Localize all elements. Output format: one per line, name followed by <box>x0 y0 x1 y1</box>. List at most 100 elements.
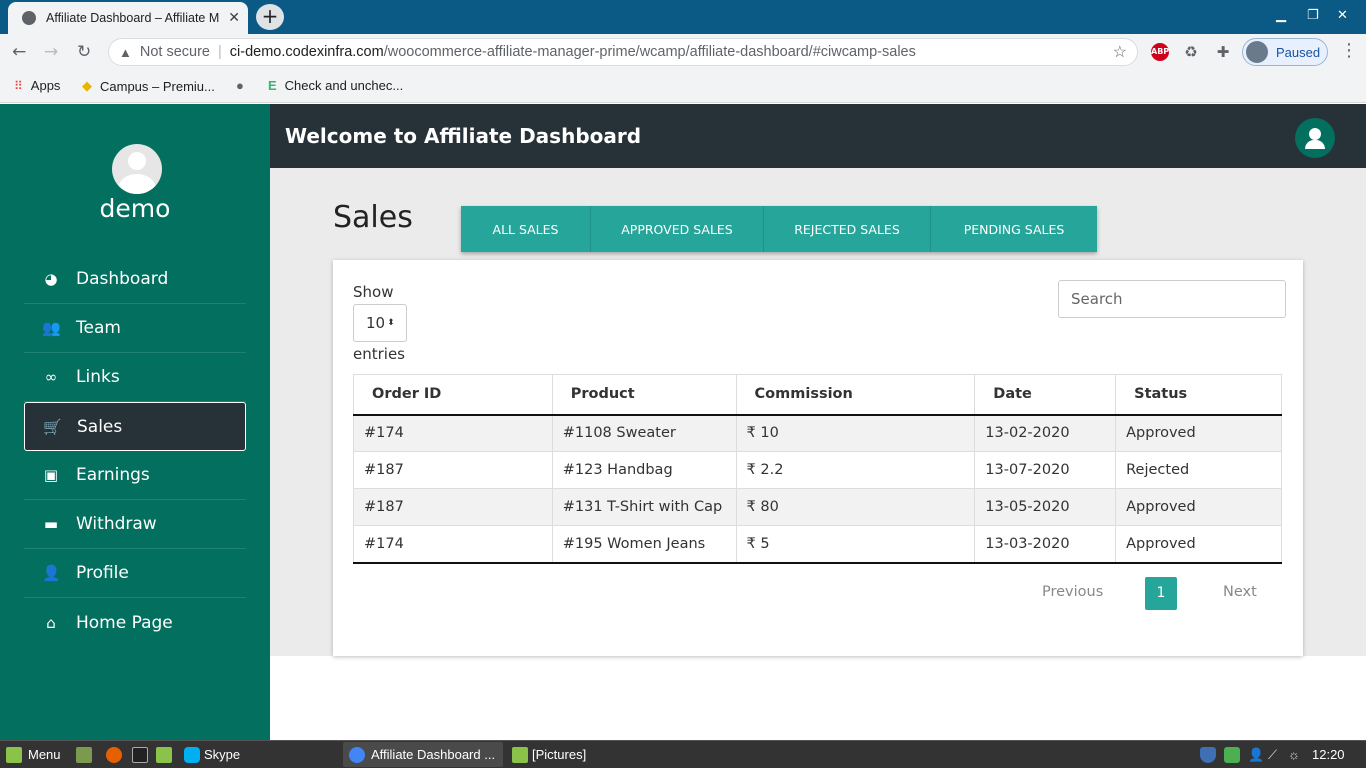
link-icon: ∞ <box>44 368 58 386</box>
tab-rejected-sales[interactable]: REJECTED SALES <box>764 206 931 252</box>
entries-label: entries <box>353 345 405 363</box>
taskbar-window-pictures[interactable]: [Pictures] <box>506 742 666 767</box>
main-header: Welcome to Affiliate Dashboard <box>270 104 1366 168</box>
bookmark-check[interactable]: E Check and unchec... <box>268 78 403 93</box>
network-icon[interactable]: ⟋ <box>1268 741 1277 768</box>
menu-kebab-icon[interactable]: ⋮ <box>1340 40 1358 61</box>
close-tab-icon[interactable]: ✕ <box>228 10 240 26</box>
forward-icon[interactable]: → <box>44 42 58 62</box>
show-desktop-icon[interactable] <box>76 741 92 768</box>
skype-launcher[interactable]: Skype <box>184 741 240 768</box>
address-divider: | <box>218 44 222 60</box>
column-order-id[interactable]: Order ID <box>353 374 553 416</box>
table-row: #174 #1108 Sweater ₹ 10 13-02-2020 Appro… <box>353 414 1282 452</box>
cell-order-id: #174 <box>353 414 553 452</box>
sidebar-item-label: Profile <box>76 563 129 583</box>
sidebar-item-label: Sales <box>77 416 123 437</box>
sidebar-item-label: Home Page <box>76 612 173 633</box>
files-icon[interactable] <box>156 741 172 768</box>
sidebar-item-label: Links <box>76 367 120 387</box>
tab-all-sales[interactable]: ALL SALES <box>461 206 591 252</box>
shield-icon[interactable] <box>1200 741 1216 768</box>
adblock-icon[interactable]: ABP <box>1151 43 1169 61</box>
user-tray-icon[interactable]: 👤 <box>1248 741 1264 768</box>
search-input[interactable] <box>1058 280 1286 318</box>
globe-icon: ● <box>236 78 244 93</box>
page-1-button[interactable]: 1 <box>1145 577 1177 610</box>
page-title: Sales <box>333 200 413 235</box>
window-label: [Pictures] <box>532 747 587 762</box>
avatar <box>112 144 162 194</box>
money-icon: ▣ <box>43 466 59 484</box>
sidebar-item-links[interactable]: ∞ Links <box>24 353 246 402</box>
sidebar-item-earnings[interactable]: ▣ Earnings <box>24 451 246 500</box>
taskbar-window-affiliate[interactable]: Affiliate Dashboard ... <box>343 742 503 767</box>
table-row: #174 #195 Women Jeans ₹ 5 13-03-2020 App… <box>353 525 1282 564</box>
terminal-icon[interactable] <box>132 741 148 768</box>
url-host: ci-demo.codexinfra.com <box>229 44 384 60</box>
bookmark-campus[interactable]: ◆ Campus – Premiu... <box>82 78 215 94</box>
sidebar-item-dashboard[interactable]: ◕ Dashboard <box>24 255 246 304</box>
cell-commission: ₹ 10 <box>735 414 976 452</box>
entries-value: 10 <box>366 314 386 332</box>
sidebar-item-withdraw[interactable]: ▬ Withdraw <box>24 500 246 549</box>
extensions-icon[interactable]: ✚ <box>1214 43 1232 61</box>
user-menu-icon[interactable] <box>1295 118 1335 158</box>
clock[interactable]: 12:20 <box>1312 741 1345 768</box>
table-row: #187 #131 T-Shirt with Cap ₹ 80 13-05-20… <box>353 488 1282 526</box>
sidebar-item-sales[interactable]: 🛒 Sales <box>24 402 246 451</box>
update-check-icon[interactable] <box>1224 741 1240 768</box>
cell-date: 13-03-2020 <box>974 525 1117 564</box>
tab-pending-sales[interactable]: PENDING SALES <box>931 206 1097 252</box>
bookmark-apps[interactable]: ⠿ Apps <box>14 78 60 93</box>
sales-tabs: ALL SALES APPROVED SALES REJECTED SALES … <box>461 206 1097 252</box>
bookmark-globe[interactable]: ● <box>236 78 252 93</box>
cell-status: Approved <box>1115 525 1282 564</box>
show-label: Show <box>353 283 394 301</box>
cell-order-id: #187 <box>353 488 553 526</box>
minimize-icon[interactable]: ▁ <box>1276 8 1286 23</box>
security-label: Not secure <box>139 44 210 60</box>
campus-icon: ◆ <box>82 78 92 93</box>
cell-date: 13-07-2020 <box>974 451 1117 489</box>
mint-logo-icon <box>6 746 22 763</box>
profile-button[interactable]: Paused <box>1242 38 1328 66</box>
recycle-icon[interactable]: ♻ <box>1182 43 1200 61</box>
new-tab-button[interactable]: + <box>256 4 284 30</box>
column-status[interactable]: Status <box>1115 374 1282 416</box>
page-header-title: Welcome to Affiliate Dashboard <box>285 124 642 148</box>
sidebar-item-profile[interactable]: 👤 Profile <box>24 549 246 598</box>
window-close-icon[interactable]: ✕ <box>1337 8 1348 23</box>
brightness-icon[interactable]: ☼ <box>1288 741 1300 768</box>
table-header-row: Order ID Product Commission Date Status <box>353 374 1282 416</box>
browser-tab[interactable]: Affiliate Dashboard – Affiliate M ✕ <box>8 2 248 34</box>
tab-approved-sales[interactable]: APPROVED SALES <box>591 206 764 252</box>
folder-icon <box>512 746 528 763</box>
cell-status: Rejected <box>1115 451 1282 489</box>
e-icon: E <box>268 78 277 93</box>
entries-select[interactable]: 10 ⬍ <box>353 304 407 342</box>
firefox-icon[interactable] <box>106 741 122 768</box>
start-menu-button[interactable]: Menu <box>6 741 61 768</box>
bookmark-star-icon[interactable]: ☆ <box>1113 42 1127 62</box>
globe-icon <box>22 11 36 25</box>
column-commission[interactable]: Commission <box>735 374 976 416</box>
sidebar-item-home-page[interactable]: ⌂ Home Page <box>24 598 246 647</box>
sidebar-item-label: Earnings <box>76 465 150 485</box>
os-taskbar: Menu Skype Affiliate Dashboard ... [Pict… <box>0 740 1366 768</box>
maximize-icon[interactable]: ❐ <box>1307 8 1319 23</box>
next-page-button[interactable]: Next <box>1223 584 1257 600</box>
back-icon[interactable]: ← <box>12 42 26 62</box>
column-product[interactable]: Product <box>551 374 737 416</box>
window-label: Affiliate Dashboard ... <box>371 747 496 762</box>
cell-order-id: #174 <box>353 525 553 564</box>
menu-label: Menu <box>28 747 61 762</box>
previous-page-button[interactable]: Previous <box>1042 584 1103 600</box>
address-bar[interactable]: ▲ Not secure | ci-demo.codexinfra.com /w… <box>108 38 1138 66</box>
cell-commission: ₹ 5 <box>735 525 976 564</box>
sidebar-item-team[interactable]: 👥 Team <box>24 304 246 353</box>
column-date[interactable]: Date <box>974 374 1117 416</box>
table-row: #187 #123 Handbag ₹ 2.2 13-07-2020 Rejec… <box>353 451 1282 489</box>
username: demo <box>99 194 171 223</box>
reload-icon[interactable]: ↻ <box>77 42 91 62</box>
